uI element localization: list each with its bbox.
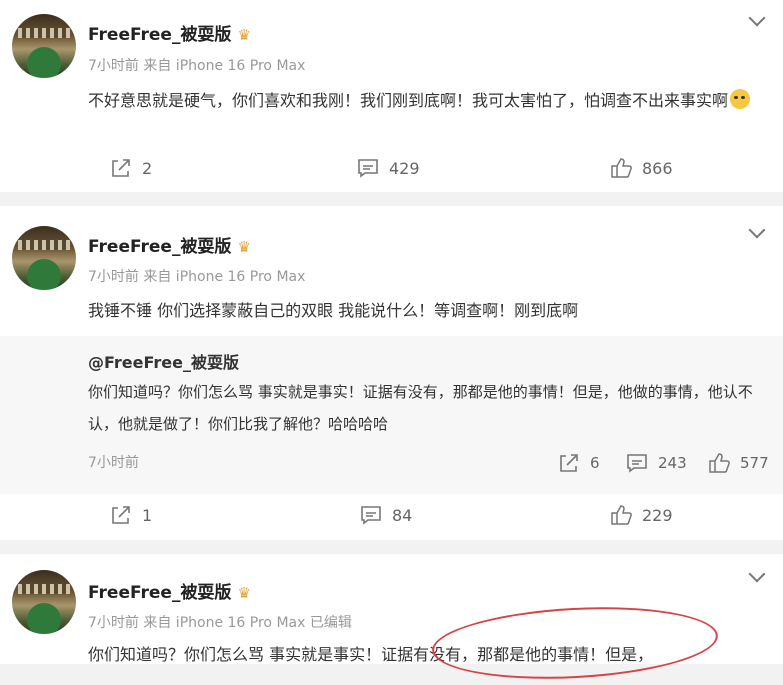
comment-icon (358, 159, 378, 178)
like-icon (611, 158, 632, 178)
post-meta: 7小时前 来自 iPhone 16 Pro Max 已编辑 (88, 615, 352, 631)
quoted-text: 你们知道吗？你们怎么骂 事实就是事实！证据有没有，那都是他的事情！但是，他做的事… (88, 383, 753, 433)
repost-icon (112, 159, 130, 177)
quoted-repost-button[interactable]: 6 (558, 448, 600, 478)
comment-count: 84 (392, 505, 413, 525)
quoted-comment-button[interactable]: 243 (626, 448, 687, 478)
repost-count: 2 (142, 158, 153, 178)
post-text: 不好意思就是硬气，你们喜欢和我刚！我们刚到底啊！我可太害怕了，怕调查不出来事实啊 (88, 84, 753, 118)
quoted-action-bar: 6 243 577 (0, 448, 783, 478)
action-bar: 1 84 229 (0, 500, 783, 530)
comment-button[interactable]: 84 (360, 500, 412, 530)
username[interactable]: FreeFree_被耍版 ♛ (88, 232, 251, 257)
like-count: 229 (642, 505, 673, 525)
repost-button[interactable]: 1 (110, 500, 152, 530)
avatar[interactable] (12, 14, 76, 78)
comment-icon (627, 454, 647, 473)
chevron-down-icon[interactable] (748, 221, 766, 239)
username[interactable]: FreeFree_被耍版 ♛ (88, 578, 251, 603)
weibo-post: FreeFree_被耍版 ♛ 7小时前 来自 iPhone 16 Pro Max … (0, 0, 783, 192)
repost-icon (560, 454, 578, 472)
post-text: 你们知道吗？你们怎么骂 事实就是事实！证据有没有，那都是他的事情！但是， (88, 645, 654, 664)
repost-icon (112, 506, 130, 524)
like-count: 866 (642, 158, 673, 178)
quoted-post[interactable]: @FreeFree_被耍版 你们知道吗？你们怎么骂 事实就是事实！证据有没有，那… (0, 336, 783, 494)
action-bar: 2 429 866 (0, 153, 783, 183)
post-text-content: 不好意思就是硬气，你们喜欢和我刚！我们刚到底啊！我可太害怕了，怕调查不出来事实啊 (88, 91, 729, 110)
weibo-post: FreeFree_被耍版 ♛ 7小时前 来自 iPhone 16 Pro Max … (0, 554, 783, 664)
chevron-down-icon[interactable] (748, 565, 766, 583)
avatar[interactable] (12, 226, 76, 290)
avatar[interactable] (12, 570, 76, 634)
username-link[interactable]: FreeFree_被耍版 (88, 237, 231, 257)
username-link[interactable]: FreeFree_被耍版 (88, 583, 231, 603)
chevron-down-icon[interactable] (748, 9, 766, 27)
username-link[interactable]: FreeFree_被耍版 (88, 25, 231, 45)
like-icon (611, 505, 632, 525)
crown-icon: ♛ (237, 26, 251, 44)
like-count: 577 (740, 454, 769, 472)
like-button[interactable]: 229 (610, 500, 673, 530)
post-text: 我锤不锤 你们选择蒙蔽自己的双眼 我能说什么！等调查啊！刚到底啊 (88, 301, 579, 320)
like-button[interactable]: 866 (610, 153, 673, 183)
repost-count: 6 (590, 454, 600, 472)
quoted-like-button[interactable]: 577 (708, 448, 769, 478)
comment-icon (361, 506, 381, 525)
comment-count: 429 (389, 158, 420, 178)
repost-count: 1 (142, 505, 153, 525)
crown-icon: ♛ (237, 238, 251, 256)
post-meta: 7小时前 来自 iPhone 16 Pro Max (88, 269, 306, 285)
post-meta: 7小时前 来自 iPhone 16 Pro Max (88, 58, 306, 74)
crying-emoji-icon (730, 89, 751, 109)
like-icon (709, 453, 730, 473)
username[interactable]: FreeFree_被耍版 ♛ (88, 20, 251, 45)
comment-count: 243 (658, 454, 687, 472)
weibo-post: FreeFree_被耍版 ♛ 7小时前 来自 iPhone 16 Pro Max … (0, 206, 783, 540)
quoted-username[interactable]: @FreeFree_被耍版 (88, 349, 239, 373)
comment-button[interactable]: 429 (357, 153, 420, 183)
crown-icon: ♛ (237, 584, 251, 602)
repost-button[interactable]: 2 (110, 153, 152, 183)
